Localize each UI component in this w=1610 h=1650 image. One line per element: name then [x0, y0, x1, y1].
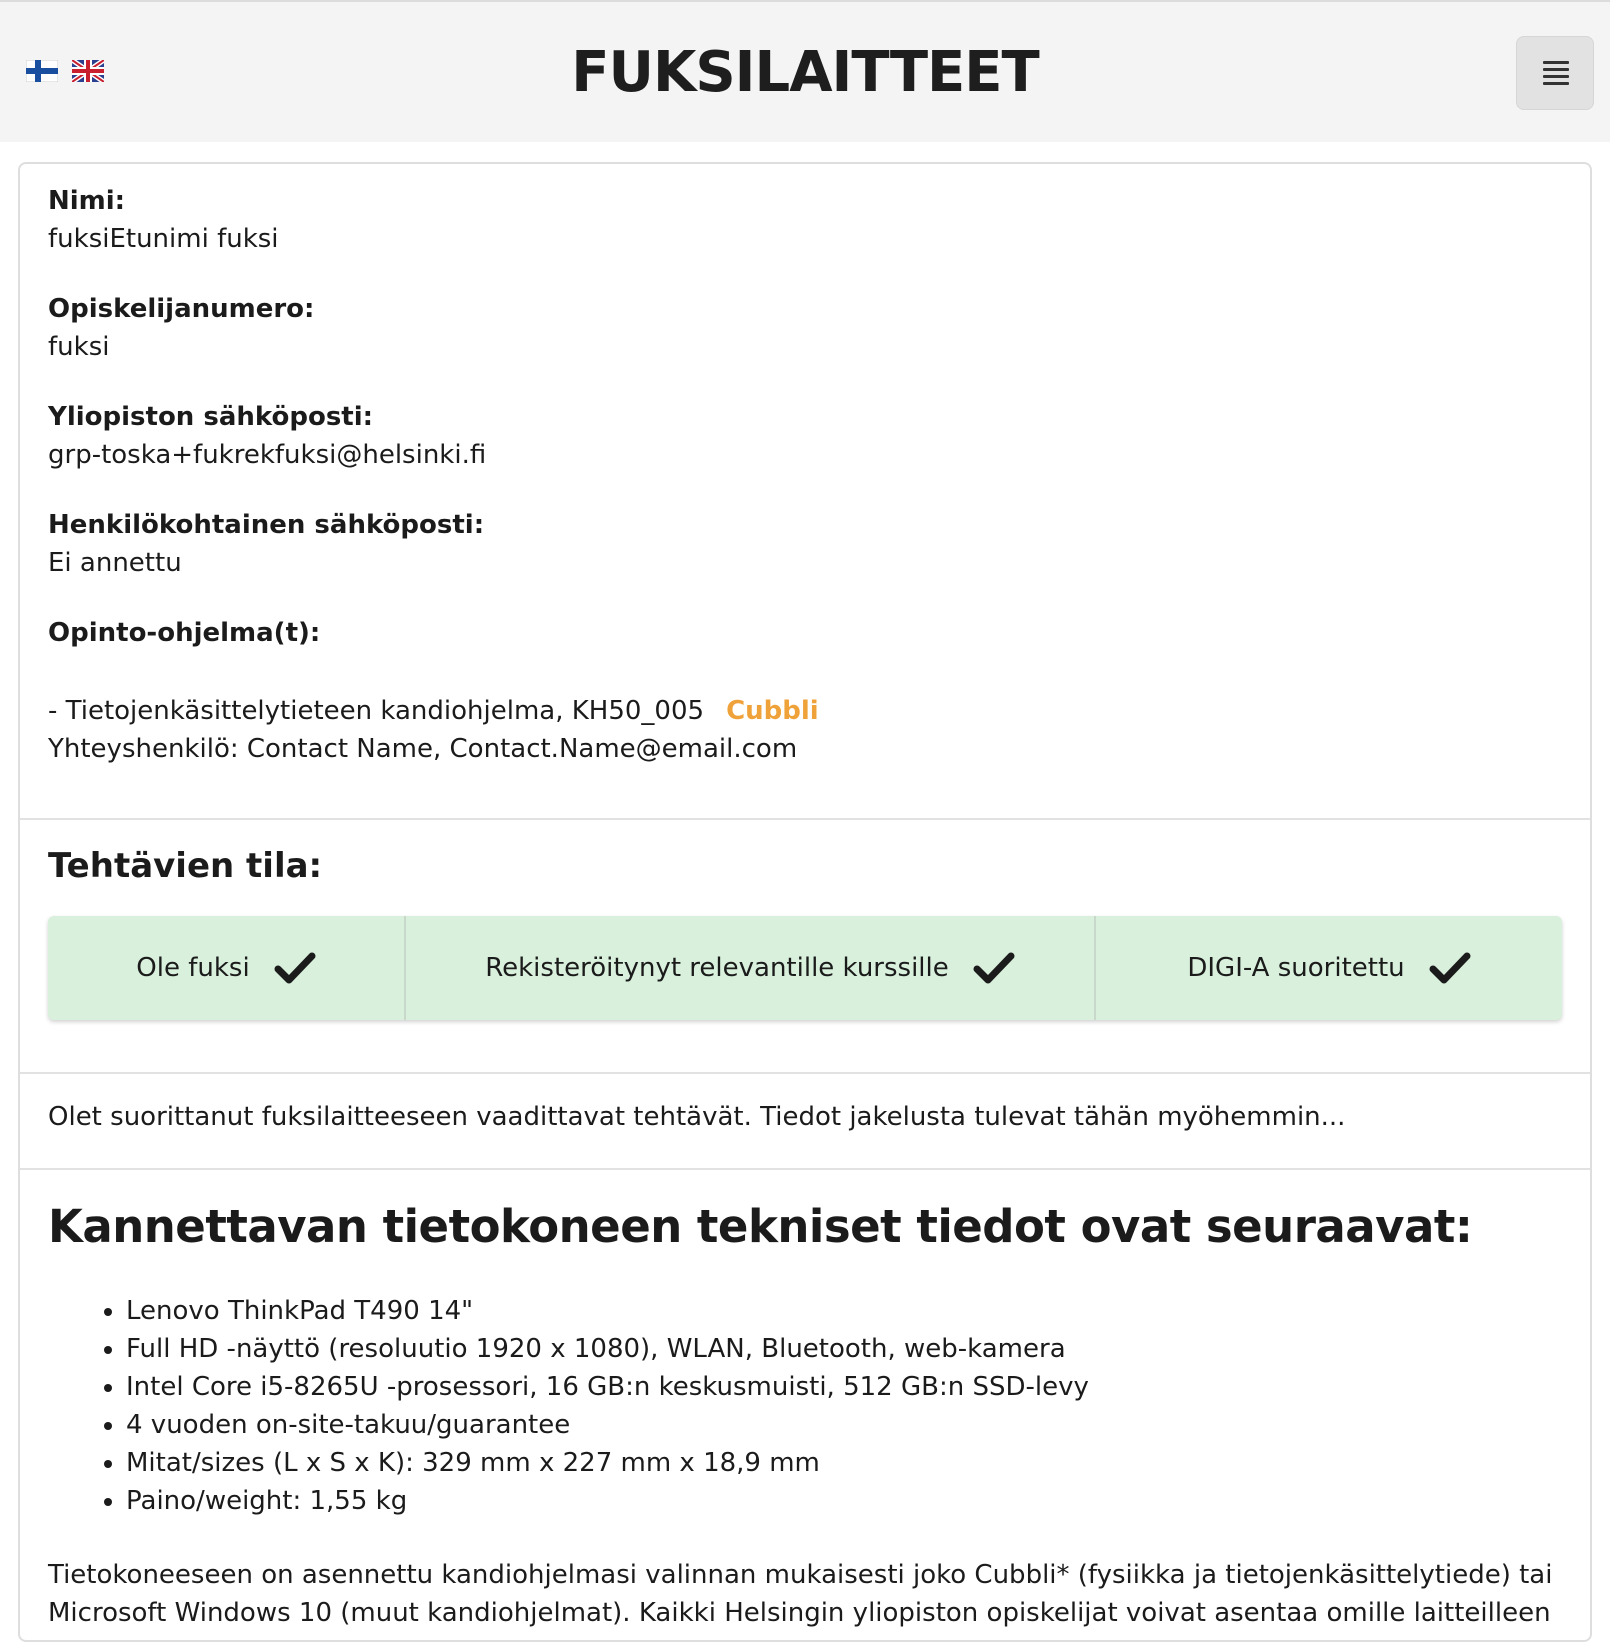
task-status-section: Tehtävien tila: Ole fuksi Rekisteröityny… — [20, 820, 1590, 1074]
personal-email-label: Henkilökohtainen sähköposti: — [48, 510, 485, 540]
checkmark-icon — [274, 952, 316, 984]
laptop-specs-section: Kannettavan tietokoneen tekniset tiedot … — [20, 1170, 1590, 1650]
spec-item: Paino/weight: 1,55 kg — [126, 1482, 1089, 1520]
name-label: Nimi: — [48, 186, 126, 216]
study-programs-label: Opinto-ohjelma(t): — [48, 618, 321, 648]
student-number-value: fuksi — [48, 332, 110, 362]
status-item-label: Rekisteröitynyt relevantille kurssille — [485, 953, 949, 983]
task-status-bar: Ole fuksi Rekisteröitynyt relevantille k… — [48, 916, 1562, 1020]
contact-person: Yhteyshenkilö: Contact Name, Contact.Nam… — [48, 734, 798, 764]
spec-item: Mitat/sizes (L x S x K): 329 mm x 227 mm… — [126, 1444, 1089, 1482]
status-item-ole-fuksi: Ole fuksi — [48, 916, 406, 1020]
spec-item: Lenovo ThinkPad T490 14" — [126, 1292, 1089, 1330]
os-installation-note: Tietokoneeseen on asennettu kandiohjelma… — [48, 1560, 1553, 1628]
hamburger-menu-icon — [1543, 61, 1569, 87]
study-program-item: - Tietojenkäsittelytieteen kandiohjelma,… — [48, 696, 819, 726]
task-status-title: Tehtävien tila: — [48, 846, 323, 886]
checkmark-icon — [1429, 952, 1471, 984]
menu-button[interactable] — [1516, 36, 1594, 110]
laptop-specs-list: Lenovo ThinkPad T490 14" Full HD -näyttö… — [86, 1292, 1089, 1520]
university-email-value: grp-toska+fukrekfuksi@helsinki.fi — [48, 440, 487, 470]
spec-item: Full HD -näyttö (resoluutio 1920 x 1080)… — [126, 1330, 1089, 1368]
status-item-label: DIGI-A suoritettu — [1187, 953, 1405, 983]
name-value: fuksiEtunimi fuksi — [48, 224, 279, 254]
status-item-label: Ole fuksi — [136, 953, 250, 983]
study-program-name: - Tietojenkäsittelytieteen kandiohjelma,… — [48, 696, 705, 726]
app-title: FUKSILAITTEET — [571, 40, 1040, 105]
student-number-label: Opiskelijanumero: — [48, 294, 315, 324]
spec-item: Intel Core i5-8265U -prosessori, 16 GB:n… — [126, 1368, 1089, 1406]
personal-info-section: Nimi: fuksiEtunimi fuksi Opiskelijanumer… — [20, 164, 1590, 820]
university-email-label: Yliopiston sähköposti: — [48, 402, 374, 432]
laptop-specs-heading: Kannettavan tietokoneen tekniset tiedot … — [48, 1200, 1473, 1253]
program-os-link[interactable]: Cubbli — [726, 696, 819, 726]
status-item-registered-course: Rekisteröitynyt relevantille kurssille — [406, 916, 1096, 1020]
profile-card: Nimi: fuksiEtunimi fuksi Opiskelijanumer… — [18, 162, 1592, 1642]
completion-message: Olet suorittanut fuksilaitteeseen vaadit… — [48, 1102, 1346, 1132]
top-navbar: FUKSILAITTEET — [0, 0, 1610, 142]
completion-message-section: Olet suorittanut fuksilaitteeseen vaadit… — [20, 1074, 1590, 1170]
spec-item: 4 vuoden on-site-takuu/guarantee — [126, 1406, 1089, 1444]
personal-email-value: Ei annettu — [48, 548, 182, 578]
status-item-digi-a: DIGI-A suoritettu — [1096, 916, 1562, 1020]
checkmark-icon — [973, 952, 1015, 984]
